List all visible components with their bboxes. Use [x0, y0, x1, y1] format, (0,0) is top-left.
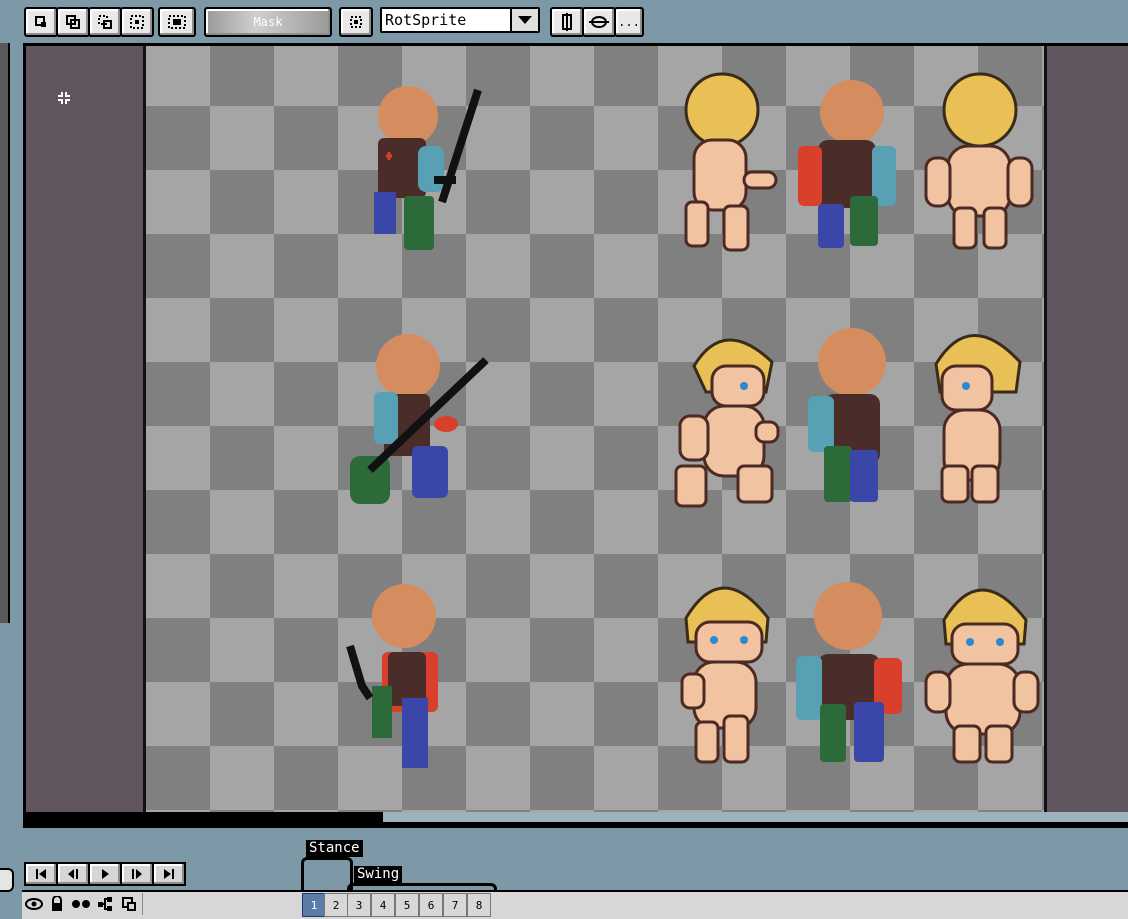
- swing-tag[interactable]: Swing: [354, 866, 403, 883]
- character-sprite-front-2: [924, 588, 1040, 764]
- rotation-pivot-button[interactable]: [550, 7, 584, 37]
- placeholder-sprite-3: [346, 584, 438, 768]
- side-tab[interactable]: [0, 868, 14, 892]
- previous-frame-button[interactable]: [56, 862, 90, 886]
- transparent-color-icon: [168, 15, 186, 29]
- placeholder-sprite-1: [374, 86, 482, 250]
- scrollbar-thumb[interactable]: [26, 812, 383, 822]
- algorithm-select[interactable]: RotSprite: [380, 7, 540, 33]
- layer-name-cell[interactable]: [142, 893, 300, 915]
- lock-icon[interactable]: [47, 894, 67, 914]
- placeholder-sprite-4: [798, 80, 896, 248]
- frame-3[interactable]: 3: [347, 893, 371, 917]
- sprite-canvas[interactable]: [146, 46, 1044, 812]
- frame-7[interactable]: 7: [443, 893, 467, 917]
- pixel-grid-icon: [350, 16, 362, 28]
- character-sprite-front-1: [680, 586, 770, 764]
- next-frame-button[interactable]: [120, 862, 154, 886]
- frame-5[interactable]: 5: [395, 893, 419, 917]
- stance-tag[interactable]: Stance: [306, 840, 363, 857]
- more-options-label: ...: [618, 15, 640, 29]
- next-frame-icon: [132, 869, 142, 879]
- mask-label: Mask: [253, 15, 283, 29]
- selection-add-button[interactable]: [56, 7, 90, 37]
- frame-2[interactable]: 2: [324, 893, 348, 917]
- left-edge-bar: [0, 43, 10, 623]
- new-layer-icon[interactable]: [119, 894, 139, 914]
- frame-4[interactable]: 4: [371, 893, 395, 917]
- selection-replace-button[interactable]: [24, 7, 58, 37]
- eye-icon[interactable]: [24, 894, 44, 914]
- editor-workspace[interactable]: [26, 46, 1128, 822]
- character-sprite-side-1: [674, 338, 780, 508]
- placeholder-sprite-2: [350, 334, 489, 504]
- selection-add-icon: [66, 15, 80, 29]
- character-sprite-back-1: [684, 72, 778, 252]
- selection-subtract-button[interactable]: [88, 7, 122, 37]
- pivot-icon: [562, 13, 572, 31]
- transform-options-button[interactable]: [582, 7, 616, 37]
- mask-slider[interactable]: Mask: [204, 7, 332, 37]
- horizontal-scrollbar[interactable]: [26, 812, 1128, 822]
- onion-skin-icon[interactable]: [71, 894, 91, 914]
- selection-subtract-icon: [98, 15, 112, 29]
- play-button[interactable]: [88, 862, 122, 886]
- frame-1[interactable]: 1: [302, 893, 326, 917]
- frame-6[interactable]: 6: [419, 893, 443, 917]
- play-icon: [102, 869, 109, 879]
- more-options-button[interactable]: ...: [614, 7, 644, 37]
- previous-frame-icon: [68, 869, 78, 879]
- selection-intersect-icon: [130, 15, 144, 29]
- algorithm-value: RotSprite: [385, 11, 467, 29]
- transform-icon: [589, 16, 609, 28]
- first-frame-icon: [36, 869, 46, 879]
- first-frame-button[interactable]: [24, 862, 58, 886]
- placeholder-sprite-6: [796, 582, 902, 762]
- link-cels-icon[interactable]: [95, 894, 115, 914]
- sprite-sheet: [346, 72, 1040, 768]
- last-frame-icon: [164, 869, 174, 879]
- collapse-icon[interactable]: [56, 90, 72, 106]
- transparent-color-button[interactable]: [158, 7, 196, 37]
- character-sprite-side-2: [934, 334, 1022, 504]
- placeholder-sprite-5: [808, 328, 886, 502]
- chevron-down-icon: [518, 16, 532, 24]
- last-frame-button[interactable]: [152, 862, 186, 886]
- grid-toggle-button[interactable]: [339, 7, 373, 37]
- character-sprite-back-2: [924, 72, 1034, 250]
- algorithm-dropdown-button[interactable]: [510, 9, 538, 31]
- frame-8[interactable]: 8: [467, 893, 491, 917]
- selection-intersect-button[interactable]: [120, 7, 154, 37]
- selection-replace-icon: [35, 16, 46, 27]
